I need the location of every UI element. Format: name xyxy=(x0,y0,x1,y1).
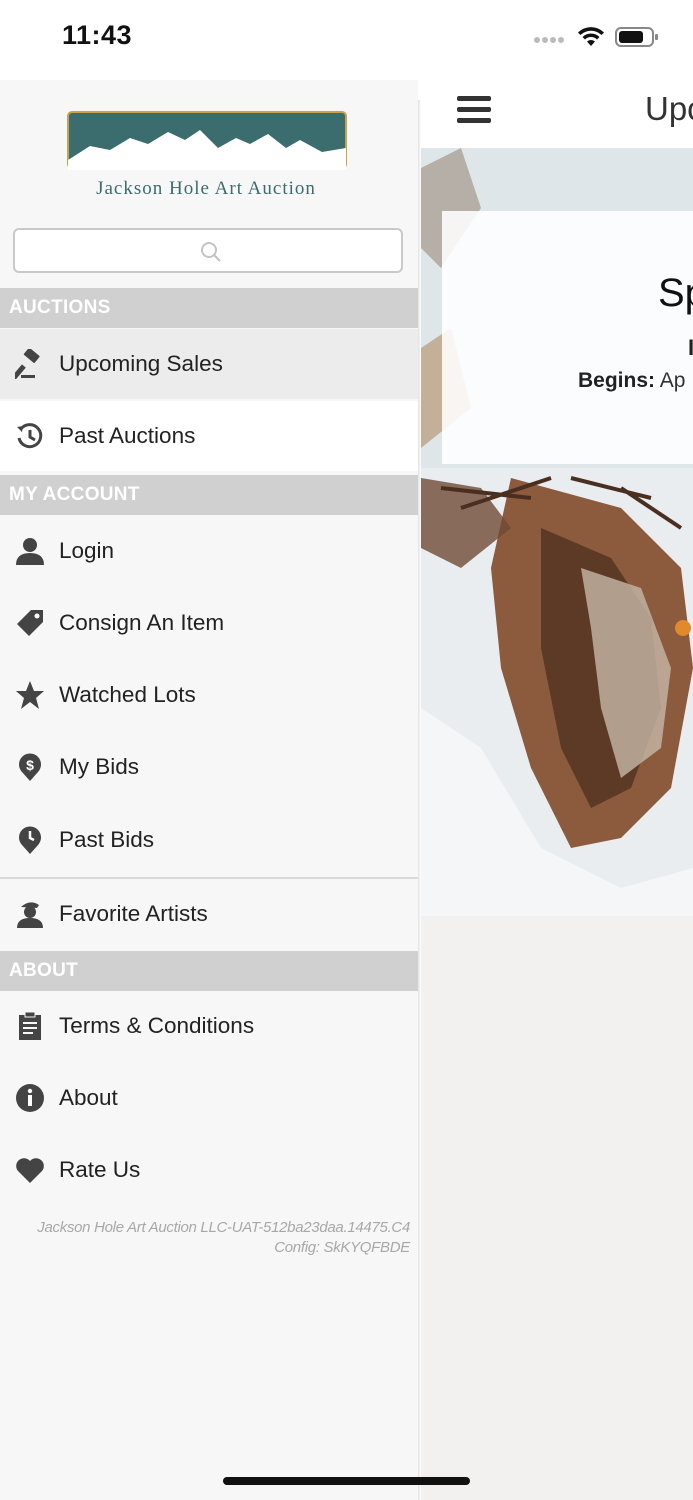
home-indicator[interactable] xyxy=(223,1477,470,1485)
auction-title: Sp xyxy=(658,271,693,315)
status-bar: 11:43 xyxy=(0,0,693,80)
menu-item-login[interactable]: Login xyxy=(0,516,418,586)
version-info: Jackson Hole Art Auction LLC-UAT-512ba23… xyxy=(0,1218,410,1258)
user-icon xyxy=(14,535,46,567)
menu-hamburger-button[interactable] xyxy=(457,96,491,126)
menu-label: Upcoming Sales xyxy=(59,351,223,376)
menu-item-rate-us[interactable]: Rate Us xyxy=(0,1135,418,1205)
auction-hero-image[interactable]: Sp I Begins: Ap xyxy=(421,148,693,916)
menu-item-watched-lots[interactable]: Watched Lots xyxy=(0,660,418,730)
begins-value: Ap xyxy=(659,369,686,392)
menu-item-terms[interactable]: Terms & Conditions xyxy=(0,991,418,1061)
menu-item-consign[interactable]: Consign An Item xyxy=(0,588,418,658)
auction-subtitle: I xyxy=(688,335,693,360)
content-header: Upc xyxy=(421,80,693,149)
brand-logo: Jackson Hole Art Auction xyxy=(60,110,352,210)
header-title: Upc xyxy=(645,90,693,127)
begins-label: Begins: xyxy=(578,369,656,392)
history-icon xyxy=(14,420,46,452)
menu-item-my-bids[interactable]: $ My Bids xyxy=(0,732,418,802)
menu-item-past-auctions[interactable]: Past Auctions xyxy=(0,401,418,471)
svg-text:$: $ xyxy=(26,757,34,773)
battery-icon xyxy=(615,26,659,53)
section-header-about: ABOUT xyxy=(0,951,418,991)
menu-item-favorite-artists[interactable]: Favorite Artists xyxy=(0,879,418,949)
menu-label: My Bids xyxy=(59,754,140,779)
auction-info-card[interactable]: Sp I Begins: Ap xyxy=(442,211,693,464)
auction-begins: Begins: Ap xyxy=(578,369,685,393)
tag-icon xyxy=(14,607,46,639)
menu-label: About xyxy=(59,1085,118,1110)
artist-icon xyxy=(14,898,46,930)
menu-item-past-bids[interactable]: Past Bids xyxy=(0,805,418,875)
menu-label: Past Bids xyxy=(59,827,155,852)
wifi-icon xyxy=(577,26,605,53)
star-icon xyxy=(14,679,46,711)
heart-icon xyxy=(14,1154,46,1186)
gavel-icon xyxy=(14,348,46,380)
section-header-auctions: AUCTIONS xyxy=(0,288,418,328)
menu-label: Terms & Conditions xyxy=(59,1013,255,1038)
dollar-pin-icon: $ xyxy=(14,751,46,783)
clipboard-icon xyxy=(14,1010,46,1042)
menu-label: Consign An Item xyxy=(59,610,225,635)
menu-label: Favorite Artists xyxy=(59,901,208,926)
menu-label: Rate Us xyxy=(59,1157,141,1182)
version-line: Jackson Hole Art Auction LLC-UAT-512ba23… xyxy=(37,1219,410,1236)
menu-label: Login xyxy=(59,538,115,563)
status-time: 11:43 xyxy=(62,20,133,50)
menu-item-upcoming-sales[interactable]: Upcoming Sales xyxy=(0,329,418,399)
menu-item-about[interactable]: About xyxy=(0,1063,418,1133)
cellular-signal-icon xyxy=(533,31,567,49)
search-field[interactable] xyxy=(13,228,405,273)
config-line: Config: SkKYQFBDE xyxy=(274,1239,410,1256)
search-input[interactable] xyxy=(15,230,405,273)
menu-label: Past Auctions xyxy=(59,423,196,448)
mountain-logo-graphic xyxy=(67,111,347,170)
logo-text: Jackson Hole Art Auction xyxy=(96,178,316,199)
info-icon xyxy=(14,1082,46,1114)
menu-label: Watched Lots xyxy=(59,682,196,707)
status-icons xyxy=(533,26,659,53)
section-header-my-account: MY ACCOUNT xyxy=(0,475,418,515)
clock-pin-icon xyxy=(14,824,46,856)
